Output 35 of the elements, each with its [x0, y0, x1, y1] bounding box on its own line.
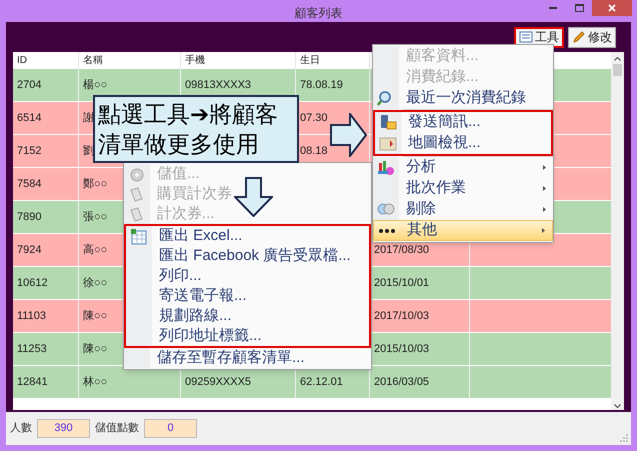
date-cell-text: 2015/10/03 — [374, 342, 430, 357]
date-cell-text: 2017/08/30 — [374, 242, 430, 258]
date-cell-text: 2017/10/03 — [374, 308, 430, 324]
id-cell-text: 2704 — [17, 78, 42, 93]
id-cell-text: 7584 — [17, 176, 42, 192]
birthday-cell-text: 07.30 — [300, 110, 328, 126]
id-cell-text: 11253 — [17, 342, 47, 357]
phone-cell-text: 09259XXXX5 — [185, 374, 252, 390]
date-cell-text: 2016/03/05 — [374, 374, 430, 390]
birthday-cell-text: 08.18 — [300, 144, 328, 159]
birthday-cell-text: 78.08.19 — [300, 78, 343, 93]
id-cell-text: 6514 — [17, 110, 42, 126]
id-cell-text: 7890 — [17, 210, 42, 225]
name-cell-text: 徐○○ — [83, 276, 108, 291]
birthday-cell-text: 62.12.01 — [300, 374, 343, 390]
name-cell-text: 鄭○○ — [83, 176, 108, 192]
date-cell-text: 2015/10/01 — [374, 276, 430, 291]
id-cell-text: 10612 — [17, 276, 48, 291]
name-cell-text: 陳○○ — [83, 342, 108, 357]
callout-text: 點選工具➔將顧客 — [98, 100, 279, 129]
field-label: 人數 — [9, 421, 33, 436]
window-title: 顧客列表 — [294, 5, 342, 22]
phone-cell-text: 09813XXXX3 — [185, 78, 252, 93]
callout-text: 清單做更多使用 — [98, 130, 260, 159]
name-cell-text: 張○○ — [83, 210, 108, 225]
name-cell-text: 楊○○ — [83, 78, 108, 93]
name-cell-text: 陳○○ — [83, 308, 108, 324]
field-label: 儲值點數 — [94, 421, 140, 436]
id-cell-text: 7924 — [17, 242, 42, 258]
name-cell-text: 謝 — [83, 110, 94, 126]
name-cell-text: 高○○ — [83, 242, 108, 258]
name-cell-text: 林○○ — [83, 374, 108, 390]
id-cell-text: 11103 — [17, 308, 46, 324]
id-cell-text: 12841 — [17, 374, 48, 390]
id-cell-text: 7152 — [17, 144, 42, 159]
